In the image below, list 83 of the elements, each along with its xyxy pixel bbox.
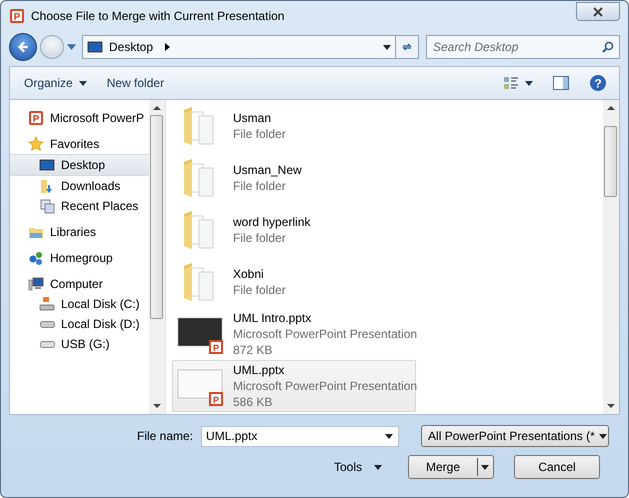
file-name: Xobni xyxy=(233,266,265,282)
drive-icon xyxy=(40,340,54,348)
file-name: UML.pptx xyxy=(233,362,286,378)
refresh-button[interactable] xyxy=(395,35,419,59)
file-item[interactable]: P UML Intro.pptx Microsoft PowerPoint Presentation 872 KB xyxy=(172,308,416,360)
chevron-right-icon[interactable] xyxy=(165,43,170,51)
navigation-item[interactable]: Homegroup xyxy=(10,248,149,268)
file-name: Usman xyxy=(233,110,272,126)
cancel-button[interactable]: Cancel xyxy=(514,455,600,479)
file-item[interactable]: P UML.pptx Microsoft PowerPoint Presentation 586 KB xyxy=(172,360,416,412)
caret-icon xyxy=(374,464,382,470)
file-item[interactable]: Usman_New File folder xyxy=(172,152,416,204)
back-arrow-icon xyxy=(16,40,30,54)
file-item[interactable]: Xobni File folder xyxy=(172,256,416,308)
scrollbar[interactable] xyxy=(603,100,619,414)
navigation-item[interactable]: Local Disk (D:) xyxy=(10,314,149,334)
navigation-item[interactable]: USB (G:) xyxy=(10,334,149,354)
caret-icon xyxy=(481,464,489,470)
scroll-down-icon[interactable] xyxy=(607,404,615,409)
file-name: UML Intro.pptx xyxy=(233,310,312,326)
file-type: File folder xyxy=(233,126,286,142)
file-name: Usman_New xyxy=(233,162,302,178)
scroll-thumb[interactable] xyxy=(604,126,617,198)
window-title: Choose File to Merge with Current Presentation xyxy=(31,8,286,22)
new-folder-button[interactable]: New folder xyxy=(100,73,170,93)
drive-icon xyxy=(40,320,54,328)
computer-icon xyxy=(28,276,44,292)
powerpoint-icon: P xyxy=(28,110,44,126)
navigation-item[interactable]: Libraries xyxy=(10,222,149,242)
caret-icon xyxy=(598,434,607,438)
scroll-up-icon[interactable] xyxy=(153,105,161,110)
navigation-item[interactable]: Computer xyxy=(10,274,149,294)
file-name-label: File name: xyxy=(137,429,194,443)
help-button[interactable]: ? xyxy=(583,71,613,95)
file-type-dropdown[interactable]: All PowerPoint Presentations (* xyxy=(421,425,610,447)
file-type: File folder xyxy=(233,230,287,246)
file-type: Microsoft PowerPoint Presentation xyxy=(233,378,418,394)
file-size: 586 KB xyxy=(233,394,274,410)
scrollbar[interactable] xyxy=(149,100,165,414)
caret-icon xyxy=(383,44,391,50)
navigation-item[interactable]: Recent Places xyxy=(10,196,149,216)
file-size: 872 KB xyxy=(233,342,274,358)
monitor-icon xyxy=(39,157,55,173)
scroll-up-icon[interactable] xyxy=(607,105,615,110)
file-type: File folder xyxy=(233,178,287,194)
download-folder-icon xyxy=(39,178,55,194)
drive-icon xyxy=(39,296,55,312)
close-button[interactable] xyxy=(576,2,620,21)
star-icon xyxy=(28,136,44,152)
file-item[interactable]: Usman File folder xyxy=(172,100,416,152)
scroll-down-icon[interactable] xyxy=(153,404,161,409)
address-bar[interactable]: Desktop xyxy=(82,35,396,59)
file-item[interactable]: word hyperlink File folder xyxy=(172,204,416,256)
address-location[interactable]: Desktop xyxy=(109,40,154,54)
caret-icon xyxy=(385,434,394,438)
scroll-thumb[interactable] xyxy=(150,115,163,320)
navigation-item[interactable]: Local Disk (C:) xyxy=(10,294,149,314)
caret-icon xyxy=(525,80,533,86)
search-field[interactable]: Search Desktop xyxy=(426,35,620,59)
preview-pane-icon xyxy=(553,76,569,90)
search-icon[interactable] xyxy=(602,41,614,53)
back-button[interactable] xyxy=(9,33,37,61)
recent-places-icon xyxy=(39,198,55,214)
file-name-field[interactable]: UML.pptx xyxy=(201,426,400,446)
network-icon xyxy=(28,250,44,266)
tools-menu[interactable]: Tools xyxy=(328,459,388,475)
monitor-icon xyxy=(87,39,103,55)
refresh-icon xyxy=(401,41,413,53)
navigation-item[interactable]: Downloads xyxy=(10,176,149,196)
navigation-item[interactable]: Desktop xyxy=(10,154,149,176)
close-icon xyxy=(593,6,603,16)
organize-menu[interactable]: Organize xyxy=(18,73,93,93)
details-view-icon xyxy=(503,76,519,90)
merge-button[interactable]: Merge xyxy=(408,455,494,479)
navigation-item[interactable]: P Microsoft PowerP xyxy=(10,108,149,128)
file-name: word hyperlink xyxy=(233,214,310,230)
help-icon: ? xyxy=(589,74,607,92)
dropdown-arrow-icon[interactable] xyxy=(67,44,76,50)
powerpoint-icon: P xyxy=(9,8,25,24)
navigation-item[interactable]: Favorites xyxy=(10,134,149,154)
caret-icon xyxy=(78,80,87,86)
file-type: Microsoft PowerPoint Presentation xyxy=(233,326,418,342)
file-type: File folder xyxy=(233,282,286,298)
